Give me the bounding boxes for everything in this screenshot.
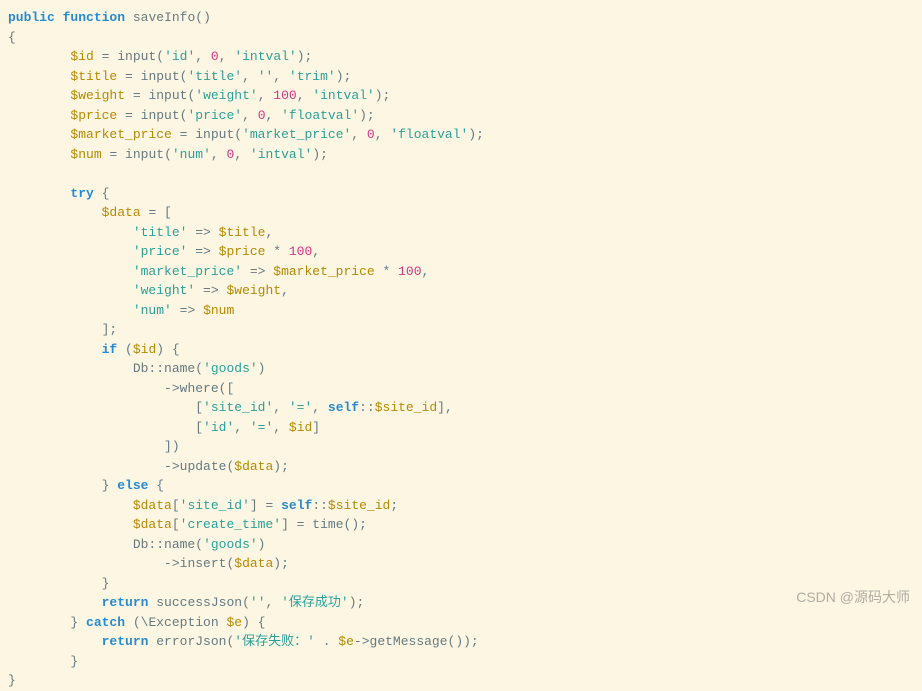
code-block: public function saveInfo() { $id = input… xyxy=(8,8,914,691)
fn-name: saveInfo xyxy=(133,10,195,25)
watermark: CSDN @源码大师 xyxy=(796,587,910,608)
kw-function: function xyxy=(63,10,125,25)
kw-public: public xyxy=(8,10,55,25)
